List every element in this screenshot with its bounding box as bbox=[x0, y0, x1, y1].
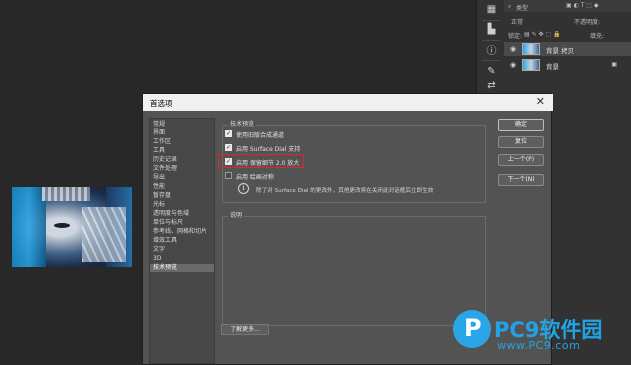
blend-row: 正常 不透明度: bbox=[504, 15, 631, 27]
category-item-selected[interactable]: 技术预览 bbox=[150, 264, 214, 272]
opacity-label: 不透明度: bbox=[574, 19, 601, 26]
dialog-title: 首选项 bbox=[150, 99, 173, 108]
layer-name[interactable]: 背景 bbox=[546, 61, 559, 71]
divider bbox=[482, 60, 500, 61]
blend-mode-select[interactable]: 正常 bbox=[511, 17, 523, 26]
lock-icons[interactable]: ▤ ✎ ✥ ⬚ 🔒 bbox=[524, 31, 561, 38]
watermark-url: www.PC9.com bbox=[497, 339, 581, 352]
dialog-titlebar[interactable]: 首选项 ✕ bbox=[143, 94, 553, 111]
category-item[interactable]: 参考线、网格和切片 bbox=[150, 228, 214, 236]
category-item[interactable]: 工具 bbox=[150, 147, 214, 155]
category-item[interactable]: 增效工具 bbox=[150, 237, 214, 245]
reset-button[interactable]: 复位 bbox=[498, 136, 544, 148]
category-item[interactable]: 3D bbox=[150, 255, 214, 263]
layer-filter-kind[interactable]: 类型 bbox=[516, 3, 528, 12]
checkbox-label: 启用 Surface Dial 支持 bbox=[236, 146, 301, 153]
checkbox-surface-dial[interactable]: ✓ bbox=[225, 144, 232, 151]
category-item[interactable]: 文字 bbox=[150, 246, 214, 254]
description-legend: 说明 bbox=[228, 210, 245, 219]
ok-button[interactable]: 确定 bbox=[498, 119, 544, 131]
adjust-icon[interactable]: ⇄ bbox=[485, 80, 498, 92]
checkbox-label: 启用 绘画对称 bbox=[236, 174, 274, 181]
histogram-icon[interactable]: ▙ bbox=[485, 24, 498, 36]
info-icon: i bbox=[238, 183, 249, 194]
category-item[interactable]: 暂存盘 bbox=[150, 192, 214, 200]
info-panel-icon[interactable]: ⓘ bbox=[485, 46, 498, 58]
category-item[interactable]: 文件处理 bbox=[150, 165, 214, 173]
layer-thumbnail bbox=[522, 59, 540, 71]
category-item[interactable]: 界面 bbox=[150, 129, 214, 137]
checkbox-label: 使用旧版合成通道 bbox=[236, 132, 285, 139]
brush-icon[interactable]: ✎ bbox=[485, 66, 498, 78]
layer-row[interactable]: ◉ 背景 拷贝 bbox=[504, 42, 631, 56]
tech-preview-legend: 技术预览 bbox=[228, 119, 257, 128]
description-group bbox=[222, 216, 486, 326]
close-icon[interactable]: ✕ bbox=[536, 95, 545, 108]
category-item[interactable]: 单位与标尺 bbox=[150, 219, 214, 227]
divider bbox=[482, 40, 500, 41]
category-item[interactable]: 透明度与色域 bbox=[150, 210, 214, 218]
layer-filter-row[interactable]: ⌕ 类型 ▣ ◐ T ⬚ ◆ bbox=[504, 0, 631, 12]
lock-label: 锁定: bbox=[508, 33, 523, 40]
swatches-icon[interactable]: ▦ bbox=[485, 4, 498, 16]
category-item[interactable]: 常规 bbox=[150, 121, 214, 129]
category-item[interactable]: 导出 bbox=[150, 174, 214, 182]
category-item[interactable]: 性能 bbox=[150, 183, 214, 191]
checkbox-legacy-compositing[interactable]: ✓ bbox=[225, 130, 232, 137]
category-item[interactable]: 工作区 bbox=[150, 138, 214, 146]
next-button[interactable]: 下一个(N) bbox=[498, 174, 544, 186]
document-image[interactable] bbox=[12, 187, 132, 267]
layer-thumbnail bbox=[522, 43, 540, 55]
layer-name[interactable]: 背景 拷贝 bbox=[546, 45, 574, 55]
checkbox-paint-symmetry[interactable] bbox=[225, 172, 232, 179]
watermark-logo: P bbox=[453, 310, 491, 348]
info-text: 除了对 Surface Dial 的更改外，其他更改将在关闭此对话框后立即生效 bbox=[256, 188, 434, 194]
watermark-logo-letter: P bbox=[464, 314, 482, 342]
category-item[interactable]: 历史记录 bbox=[150, 156, 214, 164]
prev-button[interactable]: 上一个(P) bbox=[498, 154, 544, 166]
category-list: 常规 界面 工作区 工具 历史记录 文件处理 导出 性能 暂存盘 光标 透明度与… bbox=[149, 118, 215, 364]
checkbox-label: 启用 保留细节 2.0 放大 bbox=[236, 160, 300, 167]
eye-icon[interactable]: ◉ bbox=[510, 45, 516, 53]
divider bbox=[482, 20, 500, 21]
filter-icons[interactable]: ▣ ◐ T ⬚ ◆ bbox=[566, 2, 598, 9]
learn-more-button[interactable]: 了解更多... bbox=[221, 324, 269, 335]
lock-row: 锁定: ▤ ✎ ✥ ⬚ 🔒 填充: bbox=[504, 29, 631, 41]
fill-label: 填充: bbox=[590, 33, 605, 40]
layer-row[interactable]: ◉ 背景 ▣ bbox=[504, 58, 631, 72]
checkbox-preserve-details[interactable]: ✓ bbox=[225, 158, 232, 165]
lock-icon: ▣ bbox=[611, 61, 617, 68]
eye-icon[interactable]: ◉ bbox=[510, 61, 516, 69]
category-item[interactable]: 光标 bbox=[150, 201, 214, 209]
search-icon: ⌕ bbox=[508, 3, 512, 10]
